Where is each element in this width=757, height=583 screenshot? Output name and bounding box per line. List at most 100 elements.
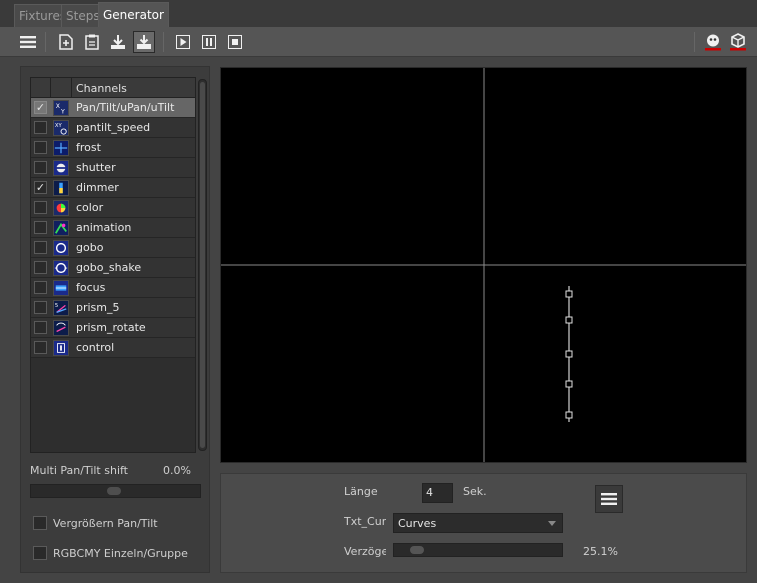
channel-row[interactable]: shutter xyxy=(31,158,195,178)
laenge-input[interactable]: 4 xyxy=(422,483,453,503)
focus-icon xyxy=(53,280,69,296)
channel-list: Channels ✓ X Y Pan/Tilt/uPan/uTilt XY pantilt… xyxy=(30,77,196,453)
channel-checkbox[interactable] xyxy=(34,241,47,254)
channel-label: animation xyxy=(76,221,132,234)
channel-label: frost xyxy=(76,141,101,154)
channel-row[interactable]: frost xyxy=(31,138,195,158)
channel-checkbox[interactable]: ✓ xyxy=(34,181,47,194)
channel-label: shutter xyxy=(76,161,116,174)
channel-row[interactable]: animation xyxy=(31,218,195,238)
multi-shift-label: Multi Pan/Tilt shift xyxy=(30,464,128,477)
vergroessern-checkbox[interactable] xyxy=(33,516,47,530)
options-menu-button[interactable] xyxy=(595,485,623,513)
channel-panel: Channels ✓ X Y Pan/Tilt/uPan/uTilt XY pantilt… xyxy=(20,66,210,573)
rgbcmy-checkbox[interactable] xyxy=(33,546,47,560)
laenge-label: Länge xyxy=(344,485,378,498)
cube-red-icon[interactable] xyxy=(727,31,749,53)
svg-text:XY: XY xyxy=(55,123,63,129)
new-page-icon[interactable] xyxy=(55,31,77,53)
multi-shift-value: 0.0% xyxy=(163,464,191,477)
verzoegerung-label: Verzögerung xyxy=(344,545,386,558)
channel-checkbox[interactable] xyxy=(34,121,47,134)
color-icon xyxy=(53,200,69,216)
channel-list-header: Channels xyxy=(31,78,195,98)
channel-checkbox[interactable]: ✓ xyxy=(34,101,47,114)
graph-canvas[interactable] xyxy=(221,68,746,462)
channel-checkbox[interactable] xyxy=(34,201,47,214)
channel-checkbox[interactable] xyxy=(34,341,47,354)
tab-bar: Fixtures Steps Generator xyxy=(0,0,757,27)
laenge-unit: Sek. xyxy=(463,485,487,498)
svg-text:Y: Y xyxy=(60,108,65,115)
gobo-icon xyxy=(53,240,69,256)
curve-point-handle[interactable] xyxy=(565,411,573,419)
channel-label: gobo xyxy=(76,241,104,254)
clipboard-icon[interactable] xyxy=(81,31,103,53)
svg-text:5: 5 xyxy=(55,303,58,309)
xy-speed-icon: XY xyxy=(53,120,69,136)
channel-checkbox[interactable] xyxy=(34,321,47,334)
channel-label: control xyxy=(76,341,115,354)
channel-row[interactable]: control xyxy=(31,338,195,358)
channel-checkbox[interactable] xyxy=(34,301,47,314)
verzoegerung-value: 25.1% xyxy=(583,545,618,558)
frost-icon xyxy=(53,140,69,156)
channel-row[interactable]: XY pantilt_speed xyxy=(31,118,195,138)
curve-point-handle[interactable] xyxy=(565,316,573,324)
pause-icon[interactable] xyxy=(198,31,220,53)
toolbar xyxy=(0,27,757,57)
channel-row[interactable]: prism_rotate xyxy=(31,318,195,338)
channel-row[interactable]: color xyxy=(31,198,195,218)
curve-point-handle[interactable] xyxy=(565,380,573,388)
stop-icon[interactable] xyxy=(224,31,246,53)
prism-icon: 5 xyxy=(53,300,69,316)
xy-icon: XY xyxy=(53,100,69,116)
txt-curve-label: Txt_Curve xyxy=(344,515,386,528)
face-red-icon[interactable] xyxy=(702,31,724,53)
play-icon[interactable] xyxy=(172,31,194,53)
movement-graph[interactable] xyxy=(220,67,747,463)
channel-row[interactable]: gobo xyxy=(31,238,195,258)
channel-row[interactable]: 5 prism_5 xyxy=(31,298,195,318)
channel-row[interactable]: gobo_shake xyxy=(31,258,195,278)
channel-label: prism_rotate xyxy=(76,321,146,334)
control-icon xyxy=(53,340,69,356)
multi-shift-slider[interactable] xyxy=(30,484,201,498)
channel-checkbox[interactable] xyxy=(34,281,47,294)
channel-list-scrollbar[interactable] xyxy=(198,79,207,451)
channel-label: Pan/Tilt/uPan/uTilt xyxy=(76,101,175,114)
verzoegerung-slider[interactable] xyxy=(393,543,563,557)
channel-label: pantilt_speed xyxy=(76,121,151,134)
download-icon[interactable] xyxy=(107,31,129,53)
rgbcmy-label: RGBCMY Einzeln/Gruppe xyxy=(53,547,188,560)
channel-label: focus xyxy=(76,281,106,294)
curve-point-handle[interactable] xyxy=(565,290,573,298)
channel-checkbox[interactable] xyxy=(34,261,47,274)
generator-settings: Länge 4 Sek. Txt_Curve Curves Verzögerun… xyxy=(220,473,747,573)
channel-checkbox[interactable] xyxy=(34,141,47,154)
import-icon[interactable] xyxy=(133,31,155,53)
gobo-shake-icon xyxy=(53,260,69,276)
channel-row[interactable]: ✓ dimmer xyxy=(31,178,195,198)
slider-knob[interactable] xyxy=(410,546,424,554)
curve-select-value: Curves xyxy=(398,517,437,530)
channel-row[interactable]: ✓ X Y Pan/Tilt/uPan/uTilt xyxy=(31,98,195,118)
slider-knob[interactable] xyxy=(107,487,121,495)
curve-point-handle[interactable] xyxy=(565,350,573,358)
channel-checkbox[interactable] xyxy=(34,161,47,174)
channels-header-label: Channels xyxy=(76,82,127,95)
dimmer-icon xyxy=(53,180,69,196)
channel-label: prism_5 xyxy=(76,301,120,314)
prism-rotate-icon xyxy=(53,320,69,336)
channel-label: gobo_shake xyxy=(76,261,142,274)
tab-generator[interactable]: Generator xyxy=(98,2,169,27)
chevron-down-icon xyxy=(548,521,556,526)
menu-icon xyxy=(601,493,617,505)
menu-icon[interactable] xyxy=(17,31,39,53)
curve-select[interactable]: Curves xyxy=(393,513,563,533)
channel-label: dimmer xyxy=(76,181,119,194)
channel-checkbox[interactable] xyxy=(34,221,47,234)
svg-text:X: X xyxy=(56,103,60,110)
channel-row[interactable]: focus xyxy=(31,278,195,298)
animation-icon xyxy=(53,220,69,236)
